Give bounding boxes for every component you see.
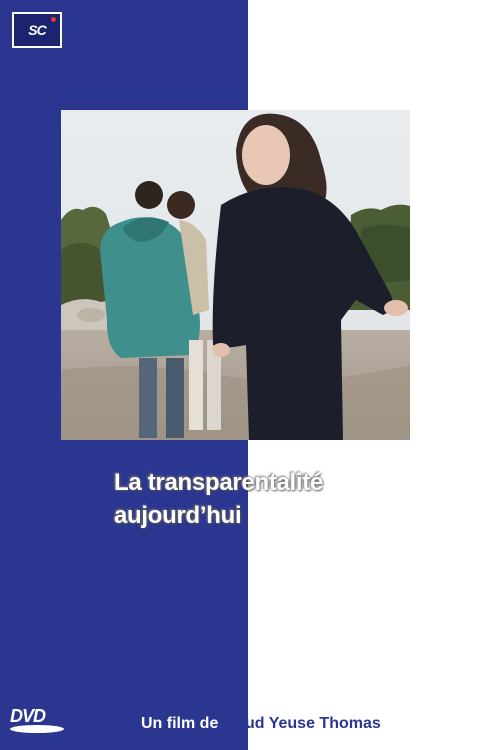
dvd-logo-text: DVD bbox=[10, 706, 46, 726]
film-title-line-2: aujourd’hui bbox=[114, 502, 242, 529]
director-credit: Un film de Maud Yeuse Thomas bbox=[141, 715, 381, 733]
cover-photo bbox=[61, 110, 410, 440]
film-title: La transparentalité aujourd’hui bbox=[114, 466, 323, 532]
publisher-logo-text: SC bbox=[28, 22, 46, 38]
dvd-logo: DVD bbox=[10, 706, 72, 736]
film-title-line-1: La transparentalité bbox=[114, 469, 324, 496]
photo-of-people-on-beach-icon bbox=[61, 110, 410, 440]
credit-director-name: Maud Yeuse Thomas bbox=[222, 715, 381, 732]
logo-accent-dot bbox=[51, 17, 56, 22]
credit-prefix: Un film de bbox=[141, 715, 223, 732]
publisher-logo: SC bbox=[12, 12, 62, 48]
